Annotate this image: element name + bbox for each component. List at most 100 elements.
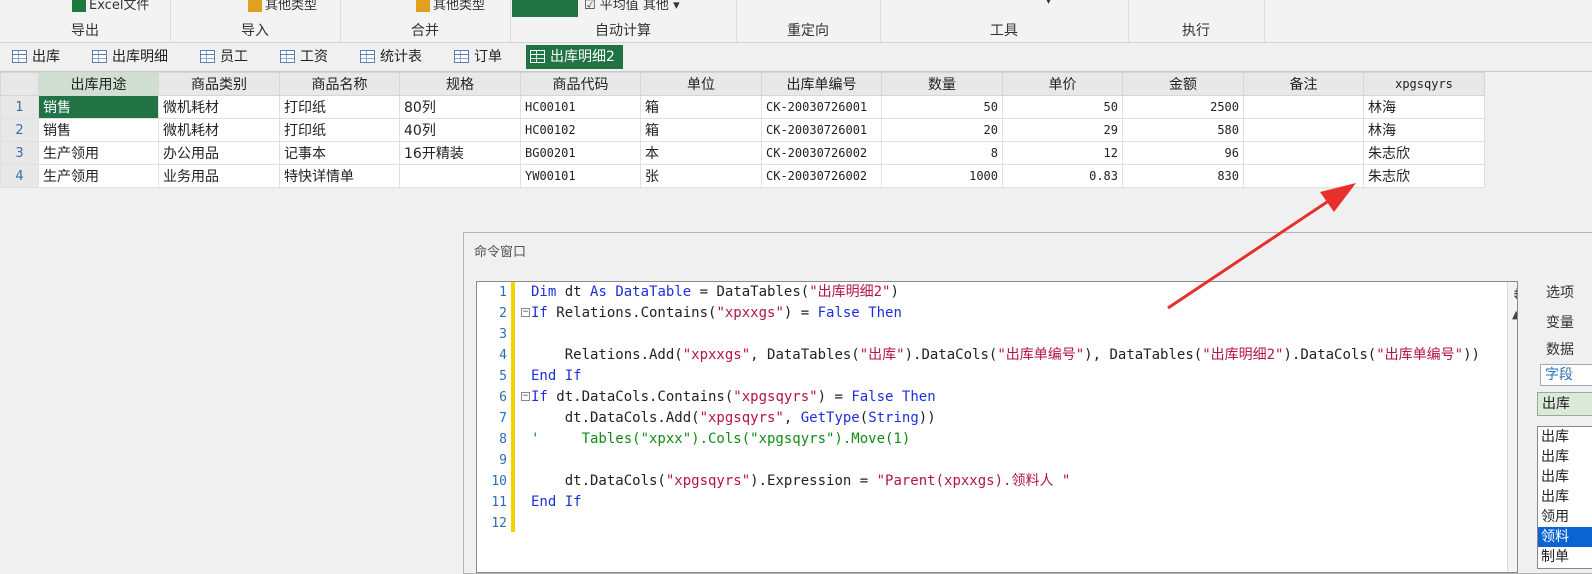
table-cell[interactable]: 销售 — [38, 118, 159, 142]
table-cell[interactable]: 580 — [1122, 118, 1244, 142]
table-cell[interactable]: 生产领用 — [38, 164, 159, 188]
table-cell[interactable] — [399, 164, 521, 188]
table-cell[interactable]: 16开精装 — [399, 141, 521, 165]
table-cell[interactable]: 8 — [881, 141, 1003, 165]
col-header[interactable]: xpgsqyrs — [1363, 72, 1485, 96]
row-number[interactable]: 2 — [0, 118, 39, 142]
editor-scrollbar[interactable]: ⇟ ▲ — [1507, 282, 1517, 572]
tab-chuku-mingxi2[interactable]: 出库明细2 — [526, 45, 623, 69]
col-header[interactable]: 单位 — [640, 72, 762, 96]
list-item[interactable]: 出库 — [1538, 487, 1592, 507]
table-cell[interactable]: 记事本 — [279, 141, 400, 165]
table-cell[interactable]: 特快详情单 — [279, 164, 400, 188]
tab-tongjibiao[interactable]: 统计表 — [356, 45, 422, 69]
table-cell[interactable]: 微机耗材 — [158, 95, 280, 119]
tab-chuku-mingxi[interactable]: 出库明细 — [88, 45, 168, 69]
average-checkbox[interactable]: ☑ 平均值 其他 ▾ — [584, 0, 680, 13]
table-cell[interactable]: 生产领用 — [38, 141, 159, 165]
col-header[interactable]: 出库用途 — [38, 72, 159, 96]
table-cell[interactable]: HC00102 — [520, 118, 641, 142]
field-list[interactable]: 出库 出库 出库 出库 领用 领料 制单 — [1537, 426, 1592, 569]
table-cell[interactable]: 12 — [1002, 141, 1123, 165]
table-cell[interactable]: 办公用品 — [158, 141, 280, 165]
table-cell[interactable]: 50 — [881, 95, 1003, 119]
fold-toggle-icon[interactable]: − — [521, 392, 530, 401]
table-cell[interactable]: 张 — [640, 164, 762, 188]
col-header[interactable]: 数量 — [881, 72, 1003, 96]
code-line: 5 End If — [477, 366, 581, 387]
tools-dropdown-icon[interactable]: ▾ — [1046, 0, 1051, 7]
col-header[interactable]: 出库单编号 — [761, 72, 882, 96]
code-editor[interactable]: 1 Dim dt As DataTable = DataTables("出库明细2… — [476, 281, 1518, 573]
row-number[interactable]: 3 — [0, 141, 39, 165]
list-item[interactable]: 出库 — [1538, 467, 1592, 487]
list-item[interactable]: 出库 — [1538, 447, 1592, 467]
table-cell[interactable]: 29 — [1002, 118, 1123, 142]
table-cell[interactable]: 830 — [1122, 164, 1244, 188]
table-selector[interactable]: 出库 — [1537, 392, 1592, 416]
list-item[interactable]: 制单 — [1538, 547, 1592, 567]
col-header[interactable]: 备注 — [1243, 72, 1364, 96]
col-header[interactable]: 金额 — [1122, 72, 1244, 96]
table-cell[interactable]: 0.83 — [1002, 164, 1123, 188]
table-cell[interactable]: CK-20030726002 — [761, 164, 882, 188]
scroll-up-icon[interactable]: ▲ — [1512, 308, 1517, 321]
row-number[interactable]: 4 — [0, 164, 39, 188]
group-title-export: 导出 — [71, 23, 99, 39]
corner-cell[interactable] — [0, 72, 39, 96]
tab-chuku[interactable]: 出库 — [8, 45, 60, 69]
tab-yuangong[interactable]: 员工 — [196, 45, 248, 69]
import-other-button[interactable]: 其他类型 — [248, 0, 317, 13]
table-cell[interactable]: CK-20030726001 — [761, 95, 882, 119]
table-cell[interactable]: 2500 — [1122, 95, 1244, 119]
table-cell[interactable]: HC00101 — [520, 95, 641, 119]
table-cell[interactable]: 20 — [881, 118, 1003, 142]
table-cell[interactable] — [1243, 141, 1364, 165]
table-cell[interactable] — [1243, 118, 1364, 142]
table-cell[interactable]: 微机耗材 — [158, 118, 280, 142]
table-cell[interactable]: 销售 — [38, 95, 159, 119]
table-cell[interactable] — [1243, 95, 1364, 119]
table-cell[interactable]: BG00201 — [520, 141, 641, 165]
field-input[interactable]: 字段 — [1540, 364, 1592, 386]
tab-gongzi[interactable]: 工资 — [276, 45, 328, 69]
table-cell[interactable]: 林海 — [1363, 118, 1485, 142]
table-cell[interactable]: 打印纸 — [279, 95, 400, 119]
table-cell[interactable]: 业务用品 — [158, 164, 280, 188]
table-cell[interactable]: 96 — [1122, 141, 1244, 165]
table-cell[interactable]: 80列 — [399, 95, 521, 119]
header-row: 出库用途 商品类别 商品名称 规格 商品代码 单位 出库单编号 数量 单价 金额… — [0, 72, 1485, 96]
list-item[interactable]: 领用 — [1538, 507, 1592, 527]
line-number: 11 — [491, 495, 507, 510]
col-header[interactable]: 规格 — [399, 72, 521, 96]
col-header[interactable]: 商品名称 — [279, 72, 400, 96]
data-grid[interactable]: 出库用途 商品类别 商品名称 规格 商品代码 单位 出库单编号 数量 单价 金额… — [0, 72, 1485, 188]
table-cell[interactable]: CK-20030726002 — [761, 141, 882, 165]
table-cell[interactable]: 箱 — [640, 118, 762, 142]
table-cell[interactable]: 40列 — [399, 118, 521, 142]
table-cell[interactable]: 本 — [640, 141, 762, 165]
export-excel-button[interactable]: Excel文件 — [72, 0, 149, 13]
table-cell[interactable]: 朱志欣 — [1363, 141, 1485, 165]
table-cell[interactable] — [1243, 164, 1364, 188]
table-cell[interactable]: 箱 — [640, 95, 762, 119]
list-item[interactable]: 领料 — [1538, 527, 1592, 547]
col-header[interactable]: 商品代码 — [520, 72, 641, 96]
fold-toggle-icon[interactable]: − — [521, 308, 530, 317]
table-cell[interactable]: 朱志欣 — [1363, 164, 1485, 188]
merge-other-button[interactable]: 其他类型 — [416, 0, 485, 13]
table-cell[interactable]: CK-20030726001 — [761, 118, 882, 142]
table-cell[interactable]: 50 — [1002, 95, 1123, 119]
col-header[interactable]: 商品类别 — [158, 72, 280, 96]
row-number[interactable]: 1 — [0, 95, 39, 119]
table-row: 2 销售 微机耗材 打印纸 40列 HC00102 箱 CK-200307260… — [0, 118, 1485, 142]
table-cell[interactable]: YW00101 — [520, 164, 641, 188]
table-cell[interactable]: 1000 — [881, 164, 1003, 188]
table-cell[interactable]: 林海 — [1363, 95, 1485, 119]
split-handle-icon[interactable]: ⇟ — [1511, 285, 1517, 303]
list-item[interactable]: 出库 — [1538, 427, 1592, 447]
col-header[interactable]: 单价 — [1002, 72, 1123, 96]
code-text: If Relations.Contains("xpxxgs") = False … — [531, 305, 902, 321]
table-cell[interactable]: 打印纸 — [279, 118, 400, 142]
tab-dingdan[interactable]: 订单 — [450, 45, 502, 69]
